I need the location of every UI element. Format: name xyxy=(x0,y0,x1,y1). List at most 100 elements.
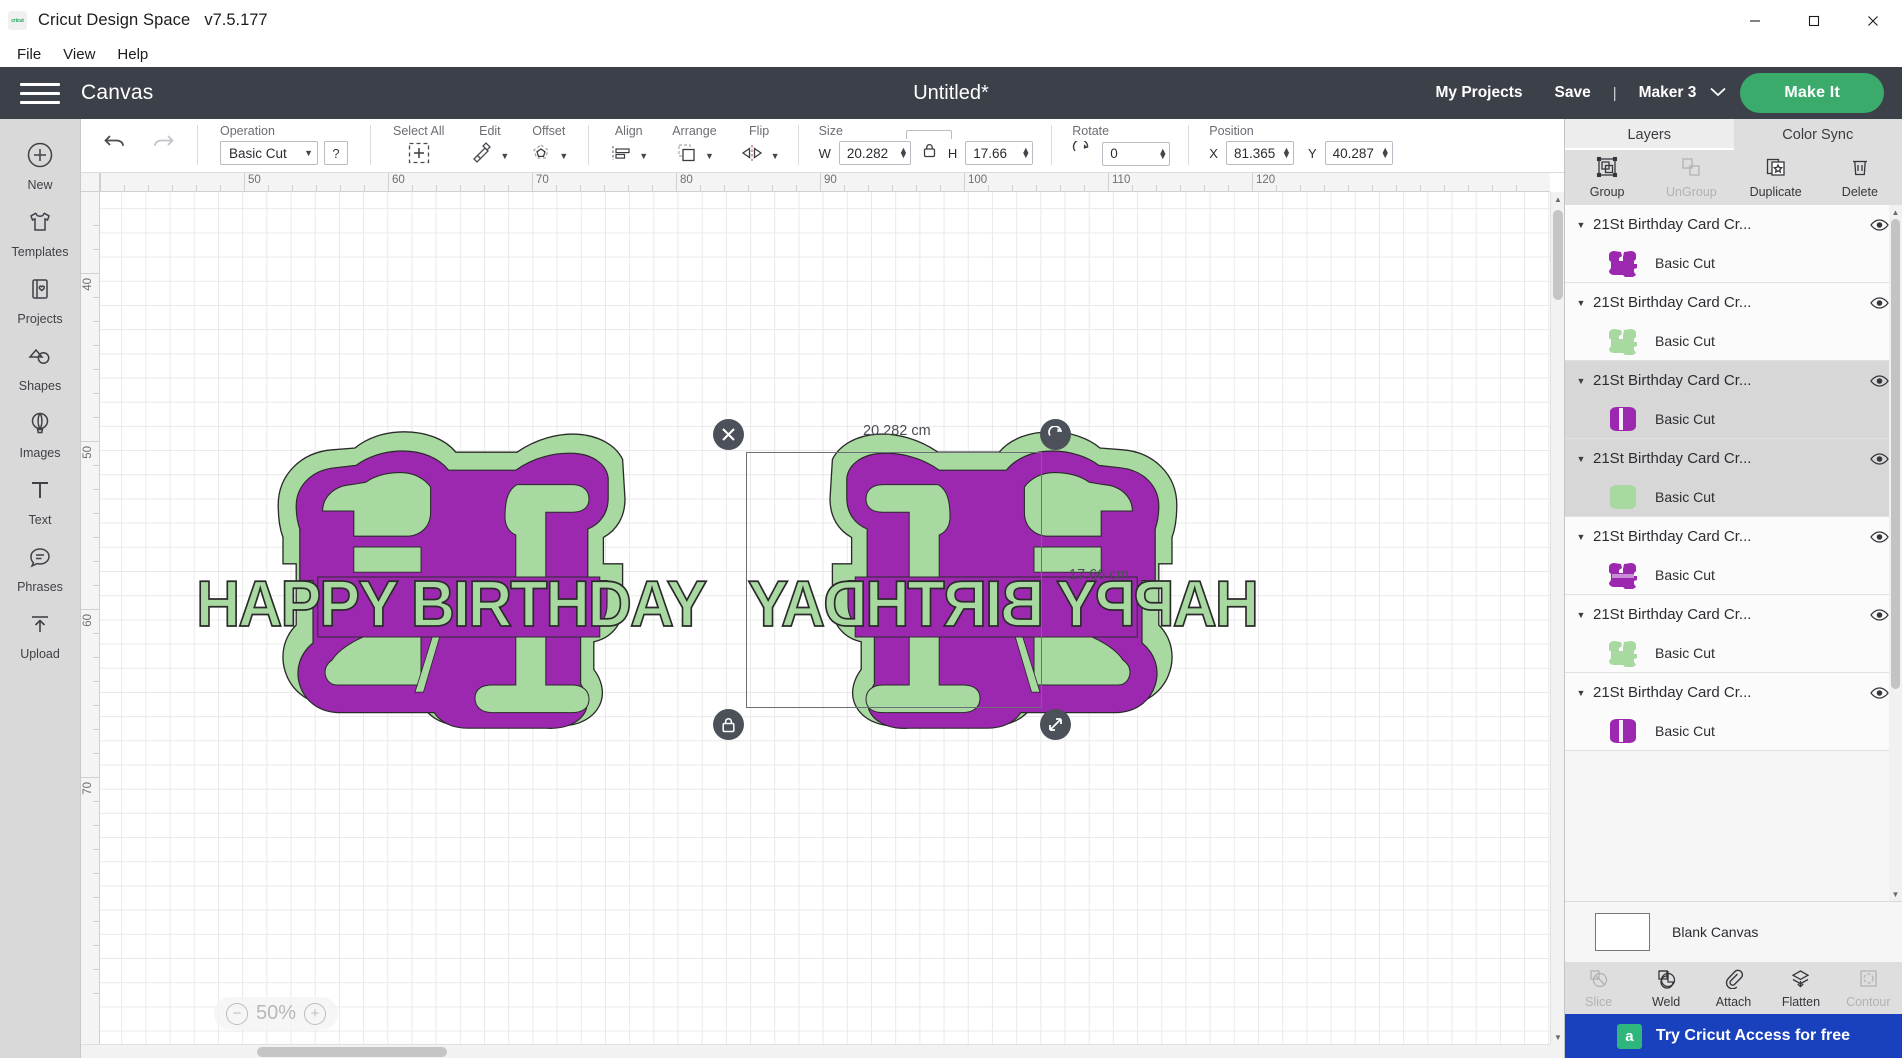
operation-select[interactable]: Basic Cut ▼ xyxy=(220,141,318,165)
layer-group[interactable]: ▼ 21St Birthday Card Cr... Basic Cut xyxy=(1565,517,1902,595)
eye-icon[interactable] xyxy=(1868,452,1890,466)
lock-aspect-handle[interactable] xyxy=(713,709,744,740)
height-input[interactable]: 17.66 ▲ ▼ xyxy=(965,141,1034,165)
layer-group-header[interactable]: ▼ 21St Birthday Card Cr... xyxy=(1565,205,1902,244)
contour-button[interactable]: Contour xyxy=(1835,962,1902,1014)
layer-group[interactable]: ▼ 21St Birthday Card Cr... Basic Cut xyxy=(1565,439,1902,517)
design-canvas[interactable]: HAPPY BIRTHDAY HAPPY BIRTHDAY 20.282 cm … xyxy=(81,173,1564,1058)
scroll-up-arrow-icon[interactable]: ▲ xyxy=(1551,192,1564,206)
delete-button[interactable]: Delete xyxy=(1818,150,1902,205)
zoom-in-button[interactable]: + xyxy=(304,1002,327,1025)
offset-icon[interactable] xyxy=(529,141,553,170)
caret-down-icon[interactable]: ▼ xyxy=(1573,298,1589,308)
align-icon[interactable] xyxy=(609,141,633,170)
height-stepper[interactable]: ▲ ▼ xyxy=(1021,146,1030,160)
horizontal-scroll-thumb[interactable] xyxy=(257,1047,447,1057)
selection-bounding-box[interactable] xyxy=(746,452,1042,708)
position-x-stepper[interactable]: ▲ ▼ xyxy=(1282,146,1291,160)
width-stepper[interactable]: ▲ ▼ xyxy=(899,146,908,160)
canvas-horizontal-scrollbar[interactable] xyxy=(81,1044,1550,1058)
layer-group-header[interactable]: ▼ 21St Birthday Card Cr... xyxy=(1565,361,1902,400)
sidebar-item-shapes[interactable]: Shapes xyxy=(0,332,80,399)
rotate-stepper[interactable]: ▲ ▼ xyxy=(1158,146,1167,160)
flatten-button[interactable]: Flatten xyxy=(1767,962,1834,1014)
layers-scroll-up-arrow-icon[interactable]: ▲ xyxy=(1889,205,1902,219)
edit-scissors-icon[interactable] xyxy=(470,141,494,170)
layers-scroll-thumb[interactable] xyxy=(1891,219,1900,689)
caret-down-icon[interactable]: ▼ xyxy=(1573,688,1589,698)
rotate-input[interactable]: 0 ▲ ▼ xyxy=(1102,141,1171,166)
ruler-origin-corner[interactable] xyxy=(81,173,100,192)
machine-selector-label[interactable]: Maker 3 xyxy=(1623,84,1703,102)
layers-list[interactable]: ▼ 21St Birthday Card Cr... Basic Cut ▼ 2… xyxy=(1565,205,1902,901)
lock-aspect-icon[interactable] xyxy=(921,142,938,164)
chevron-down-icon[interactable]: ▼ xyxy=(500,151,509,161)
eye-icon[interactable] xyxy=(1868,296,1890,310)
select-all-icon[interactable] xyxy=(407,141,431,170)
layer-group[interactable]: ▼ 21St Birthday Card Cr... Basic Cut xyxy=(1565,673,1902,751)
make-it-button[interactable]: Make It xyxy=(1740,73,1884,113)
maximize-button[interactable] xyxy=(1784,0,1843,41)
eye-icon[interactable] xyxy=(1868,374,1890,388)
caret-down-icon[interactable]: ▼ xyxy=(1573,532,1589,542)
position-x-input[interactable]: 81.365 ▲ ▼ xyxy=(1225,141,1294,165)
layer-group[interactable]: ▼ 21St Birthday Card Cr... Basic Cut xyxy=(1565,283,1902,361)
arrange-layers-icon[interactable] xyxy=(675,141,699,170)
layer-group-header[interactable]: ▼ 21St Birthday Card Cr... xyxy=(1565,595,1902,634)
vertical-scroll-thumb[interactable] xyxy=(1553,210,1563,300)
sidebar-item-text[interactable]: Text xyxy=(0,466,80,533)
menu-file[interactable]: File xyxy=(6,44,52,65)
chevron-down-icon[interactable]: ▼ xyxy=(705,151,714,161)
layer-child[interactable]: Basic Cut xyxy=(1565,400,1902,438)
layer-group-header[interactable]: ▼ 21St Birthday Card Cr... xyxy=(1565,517,1902,556)
layer-group-header[interactable]: ▼ 21St Birthday Card Cr... xyxy=(1565,439,1902,478)
resize-selection-handle[interactable] xyxy=(1040,709,1071,740)
sidebar-item-phrases[interactable]: Phrases xyxy=(0,533,80,600)
rotate-icon[interactable] xyxy=(1072,139,1092,166)
flip-icon[interactable] xyxy=(739,141,765,170)
layer-child[interactable]: Basic Cut xyxy=(1565,322,1902,360)
layer-child[interactable]: Basic Cut xyxy=(1565,712,1902,750)
position-y-input[interactable]: 40.287 ▲ ▼ xyxy=(1324,141,1393,165)
layer-group-header[interactable]: ▼ 21St Birthday Card Cr... xyxy=(1565,283,1902,322)
menu-help[interactable]: Help xyxy=(106,44,159,65)
slice-button[interactable]: Slice xyxy=(1565,962,1632,1014)
sidebar-item-projects[interactable]: Projects xyxy=(0,265,80,332)
eye-icon[interactable] xyxy=(1868,530,1890,544)
caret-down-icon[interactable]: ▼ xyxy=(1573,454,1589,464)
width-input[interactable]: 20.282 ▲ ▼ xyxy=(838,141,911,165)
chevron-down-icon[interactable] xyxy=(1710,84,1726,102)
canvas-vertical-scrollbar[interactable]: ▲ ▼ xyxy=(1550,192,1564,1044)
save-button[interactable]: Save xyxy=(1539,84,1607,102)
layers-scroll-down-arrow-icon[interactable]: ▼ xyxy=(1889,887,1902,901)
mat-swatch[interactable] xyxy=(1595,913,1650,951)
minimize-button[interactable] xyxy=(1725,0,1784,41)
sidebar-item-images[interactable]: Images xyxy=(0,399,80,466)
zoom-out-button[interactable]: − xyxy=(226,1002,248,1025)
layer-child[interactable]: Basic Cut xyxy=(1565,634,1902,672)
cricut-access-promo-banner[interactable]: a Try Cricut Access for free xyxy=(1565,1014,1902,1058)
layer-group-header[interactable]: ▼ 21St Birthday Card Cr... xyxy=(1565,673,1902,712)
duplicate-button[interactable]: Duplicate xyxy=(1734,150,1818,205)
chevron-down-icon[interactable]: ▼ xyxy=(639,151,648,161)
position-y-stepper[interactable]: ▲ ▼ xyxy=(1381,146,1390,160)
my-projects-link[interactable]: My Projects xyxy=(1419,84,1538,102)
caret-down-icon[interactable]: ▼ xyxy=(1573,376,1589,386)
eye-icon[interactable] xyxy=(1868,686,1890,700)
layer-child[interactable]: Basic Cut xyxy=(1565,244,1902,282)
layers-scrollbar[interactable]: ▲ ▼ xyxy=(1889,205,1902,901)
sidebar-item-new[interactable]: New xyxy=(0,131,80,198)
layer-child[interactable]: Basic Cut xyxy=(1565,478,1902,516)
chevron-down-icon[interactable]: ▼ xyxy=(771,151,780,161)
eye-icon[interactable] xyxy=(1868,608,1890,622)
group-button[interactable]: Group xyxy=(1565,150,1649,205)
delete-selection-handle[interactable] xyxy=(713,419,744,450)
layer-child[interactable]: Basic Cut xyxy=(1565,556,1902,594)
chevron-down-icon[interactable]: ▼ xyxy=(559,151,568,161)
undo-arrow-icon[interactable] xyxy=(103,133,129,156)
operation-help-button[interactable]: ? xyxy=(324,141,348,165)
rotate-selection-handle[interactable] xyxy=(1040,419,1071,450)
close-button[interactable] xyxy=(1843,0,1902,41)
weld-button[interactable]: Weld xyxy=(1632,962,1699,1014)
layer-group[interactable]: ▼ 21St Birthday Card Cr... Basic Cut xyxy=(1565,205,1902,283)
